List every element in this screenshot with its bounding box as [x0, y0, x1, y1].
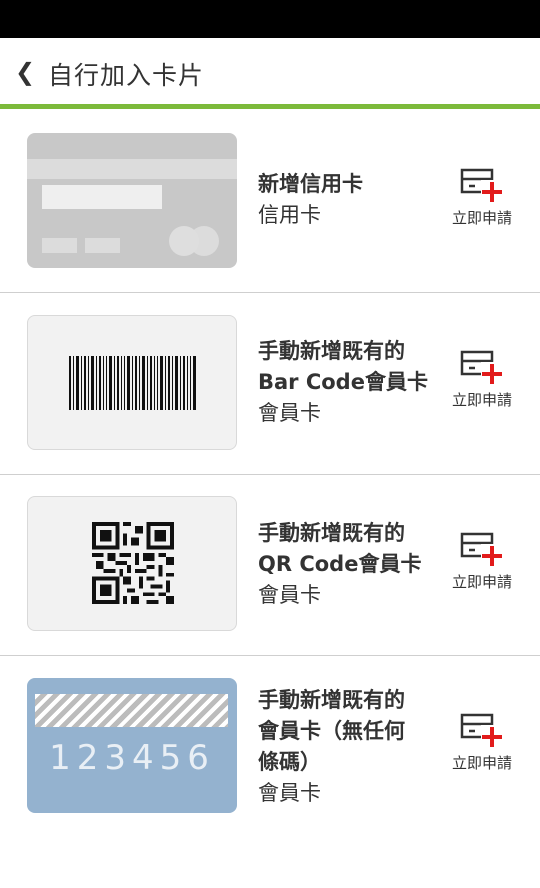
- card-option-member-card[interactable]: 123456 手動新增既有的 會員卡（無任何 條碼） 會員卡 立即申請: [0, 656, 540, 836]
- card-option-title: 手動新增既有的: [258, 339, 405, 363]
- signature-strip: [35, 694, 228, 727]
- card-option-subtitle: 會員卡: [258, 583, 321, 607]
- add-card-icon: [460, 532, 503, 566]
- back-chevron-icon: ❮: [14, 58, 36, 86]
- app-bar: ❮ 自行加入卡片: [0, 38, 540, 106]
- credit-card-thumbnail: [27, 133, 237, 268]
- card-option-text: 新增信用卡 信用卡: [258, 169, 438, 231]
- apply-now-label: 立即申請: [451, 754, 512, 772]
- apply-now-button[interactable]: 立即申請: [446, 531, 518, 592]
- apply-now-label: 立即申請: [451, 573, 512, 591]
- add-card-icon: [460, 713, 503, 747]
- back-button[interactable]: ❮: [10, 52, 40, 92]
- card-number: 123456: [49, 738, 215, 778]
- barcode-thumbnail: [27, 315, 237, 450]
- card-option-credit-card[interactable]: 新增信用卡 信用卡 立即申請: [0, 109, 540, 293]
- add-card-icon: [460, 350, 503, 384]
- card-option-title: Bar Code會員卡: [258, 370, 428, 394]
- card-option-title: 手動新增既有的: [258, 688, 405, 712]
- qr-code-icon: [92, 522, 174, 604]
- card-option-subtitle: 會員卡: [258, 401, 321, 425]
- card-option-title: 會員卡（無任何: [258, 719, 405, 743]
- apply-now-button[interactable]: 立即申請: [446, 349, 518, 410]
- barcode-icon: [69, 356, 196, 410]
- status-bar: [0, 0, 540, 38]
- page-title: 自行加入卡片: [48, 61, 205, 90]
- card-option-subtitle: 會員卡: [258, 781, 321, 805]
- card-option-title: 新增信用卡: [258, 172, 363, 196]
- card-option-text: 手動新增既有的 會員卡（無任何 條碼） 會員卡: [258, 685, 438, 809]
- card-option-text: 手動新增既有的 Bar Code會員卡 會員卡: [258, 336, 438, 429]
- add-card-icon: [460, 168, 503, 202]
- apply-now-button[interactable]: 立即申請: [446, 712, 518, 773]
- card-option-title: QR Code會員卡: [258, 552, 422, 576]
- card-option-subtitle: 信用卡: [258, 203, 321, 227]
- card-option-text: 手動新增既有的 QR Code會員卡 會員卡: [258, 518, 438, 611]
- apply-now-button[interactable]: 立即申請: [446, 167, 518, 228]
- apply-now-label: 立即申請: [451, 391, 512, 409]
- card-option-title: 手動新增既有的: [258, 521, 405, 545]
- card-option-title: 條碼）: [258, 750, 321, 774]
- qr-code-thumbnail: [27, 496, 237, 631]
- apply-now-label: 立即申請: [451, 209, 512, 227]
- member-card-thumbnail: 123456: [27, 678, 237, 813]
- card-option-barcode[interactable]: 手動新增既有的 Bar Code會員卡 會員卡 立即申請: [0, 293, 540, 475]
- card-option-qr-code[interactable]: 手動新增既有的 QR Code會員卡 會員卡 立即申請: [0, 475, 540, 656]
